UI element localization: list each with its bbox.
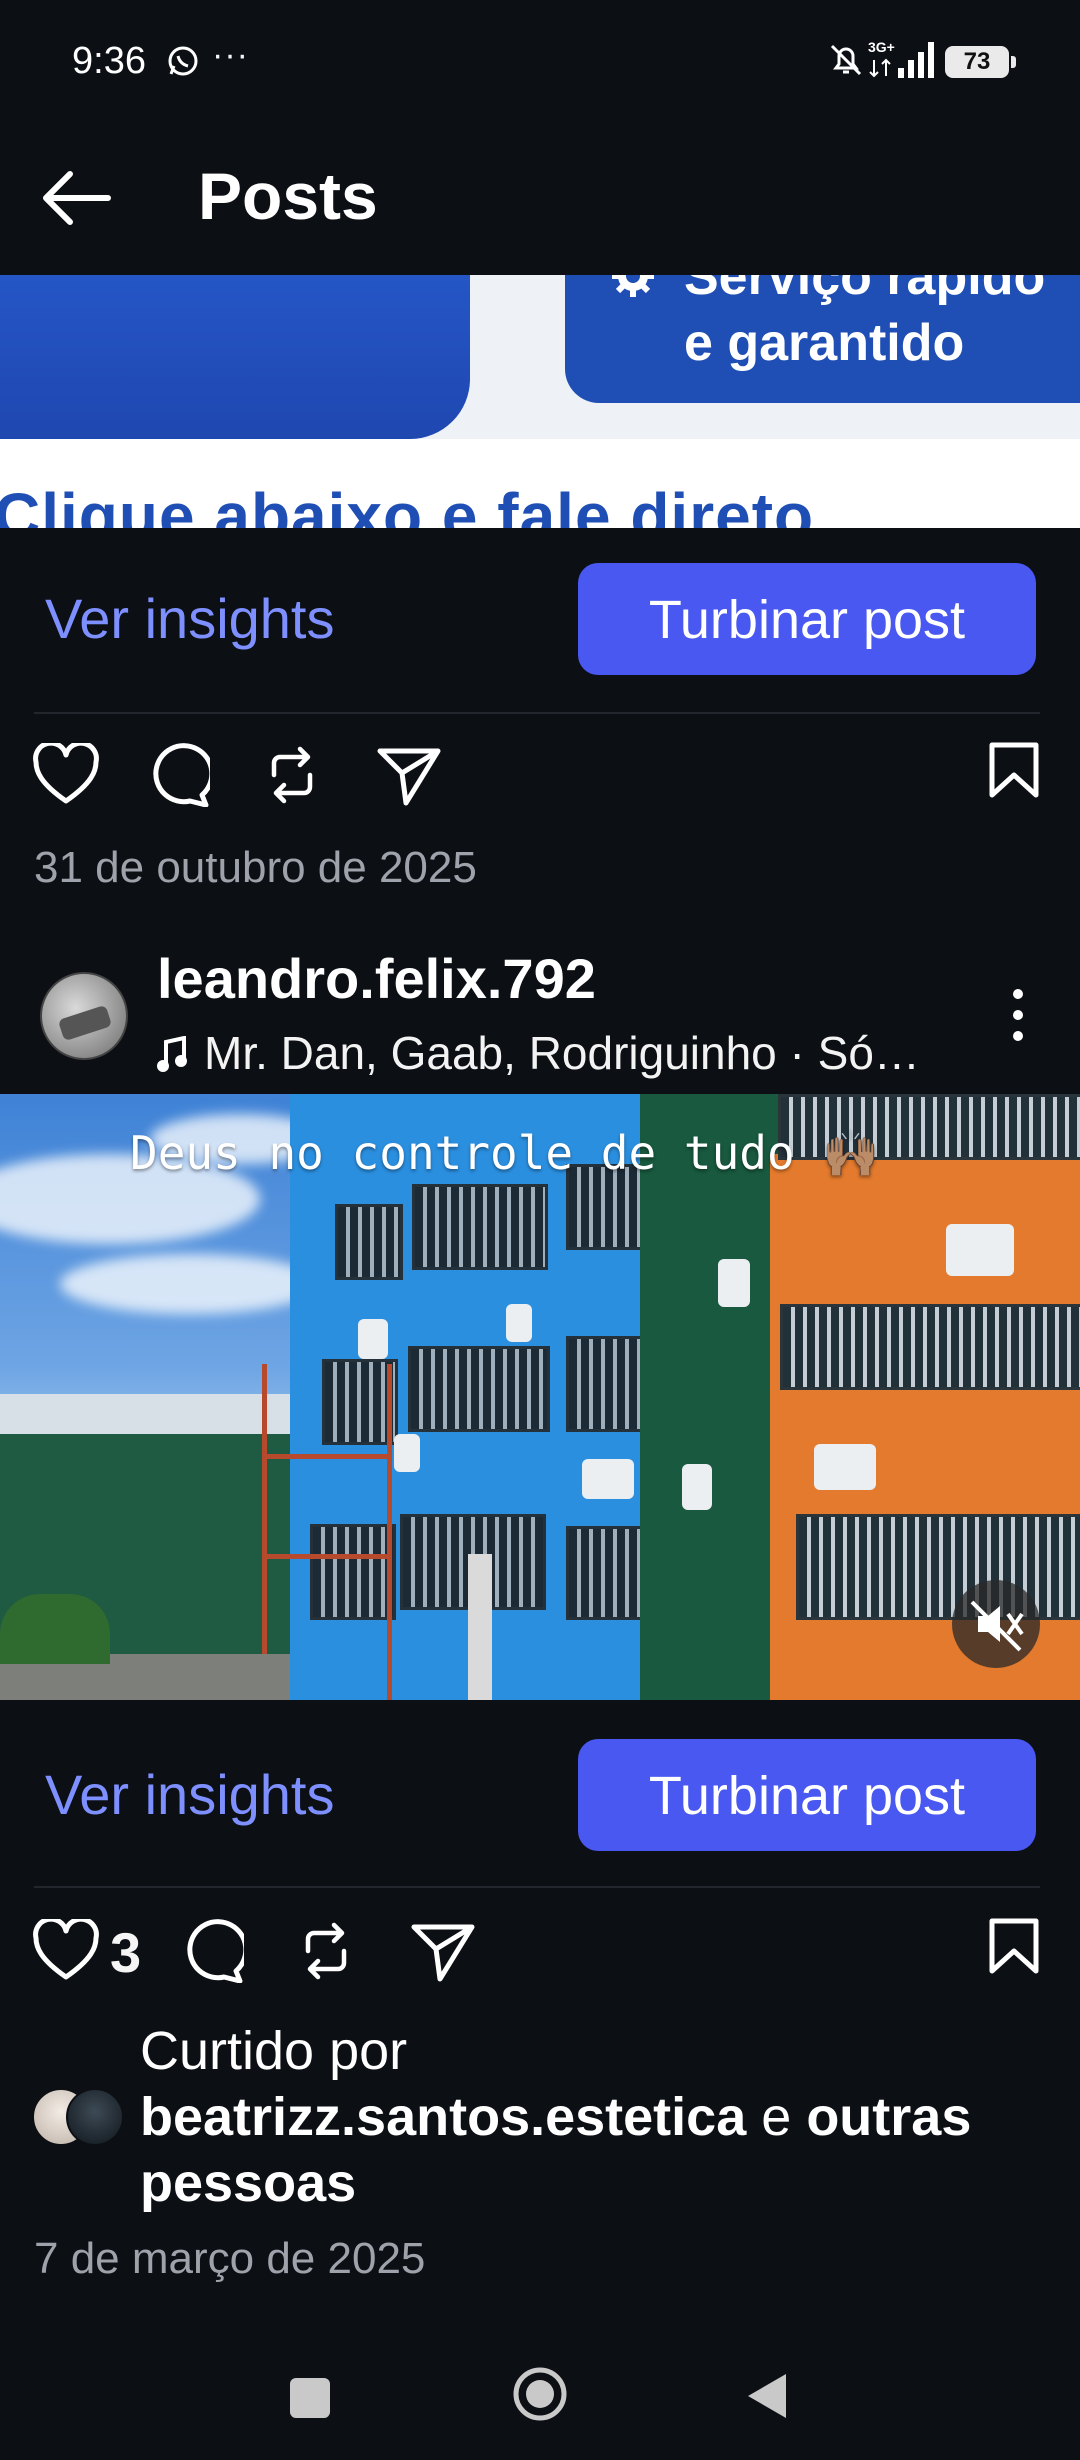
ac-unit: [582, 1459, 634, 1499]
bookmark-icon[interactable]: [988, 1917, 1040, 1975]
likes-count[interactable]: 3: [110, 1920, 141, 1985]
status-time: 9:36: [72, 40, 146, 82]
image-caption-overlay: Deus no controle de tudo 🙌🏽: [130, 1126, 880, 1180]
view-insights-link[interactable]: Ver insights: [45, 586, 335, 651]
post-date: 31 de outubro de 2025: [34, 843, 477, 892]
comment-icon[interactable]: [144, 743, 210, 807]
view-insights-link[interactable]: Ver insights: [45, 1762, 335, 1827]
heart-icon[interactable]: [32, 743, 100, 805]
bookmark-icon[interactable]: [988, 741, 1040, 799]
bell-off-icon: [826, 40, 866, 80]
recent-apps-button[interactable]: [290, 2378, 330, 2418]
liked-by-text[interactable]: Curtido por beatrizz.santos.estetica e o…: [140, 2018, 1060, 2216]
share-icon[interactable]: [410, 1921, 476, 1983]
avatar: [66, 2088, 124, 2146]
back-triangle-icon[interactable]: [744, 2370, 790, 2422]
ac-unit: [814, 1444, 876, 1490]
ad-text-line1: Serviço rápido: [684, 275, 1046, 306]
avatar[interactable]: [40, 972, 128, 1060]
gear-icon: [610, 275, 656, 299]
scaffolding: [262, 1364, 392, 1700]
more-options-icon[interactable]: [1006, 988, 1030, 1042]
post-username[interactable]: leandro.felix.792: [157, 946, 596, 1011]
post-image[interactable]: Deus no controle de tudo 🙌🏽: [0, 1094, 1080, 1700]
repost-icon[interactable]: [262, 745, 322, 805]
battery-indicator: 73: [945, 46, 1016, 78]
top-app-bar: Posts: [0, 120, 1080, 275]
post-date: 7 de março de 2025: [34, 2234, 426, 2283]
ad-cta-text: Clique abaixo e fale direto: [0, 480, 815, 528]
whatsapp-icon: [166, 44, 200, 78]
divider: [34, 1886, 1040, 1888]
arrow-left-icon[interactable]: [40, 170, 112, 226]
heart-icon[interactable]: [32, 1919, 100, 1981]
music-note-icon: [156, 1036, 188, 1074]
page-title: Posts: [198, 159, 378, 233]
signal-icon: 3G+: [868, 38, 938, 82]
status-bar: 9:36 ··· 3G+ 73: [0, 0, 1080, 120]
comment-icon[interactable]: [178, 1919, 244, 1983]
post-image-ad[interactable]: Serviço rápido e garantido Clique abaixo…: [0, 275, 1080, 528]
boost-post-button[interactable]: Turbinar post: [578, 1739, 1036, 1851]
share-icon[interactable]: [376, 745, 442, 807]
ad-text-line2: e garantido: [684, 314, 965, 372]
home-button[interactable]: [512, 2366, 568, 2422]
liked-by-prefix: Curtido por: [140, 2021, 408, 2081]
boost-post-button[interactable]: Turbinar post: [578, 563, 1036, 675]
audio-muted-icon[interactable]: [952, 1580, 1040, 1668]
liked-by-user[interactable]: beatrizz.santos.estetica: [140, 2087, 746, 2147]
liked-by-avatars[interactable]: [32, 2088, 124, 2146]
network-type: 3G+: [868, 39, 895, 55]
ac-unit: [946, 1224, 1014, 1276]
post-music-label[interactable]: Mr. Dan, Gaab, Rodriguinho · Só…: [204, 1026, 920, 1080]
status-overflow: ···: [212, 36, 249, 74]
divider: [34, 712, 1040, 714]
caption-emoji: 🙌🏽: [822, 1126, 880, 1180]
ad-shirt-graphic: [0, 275, 470, 439]
repost-icon[interactable]: [296, 1921, 356, 1981]
